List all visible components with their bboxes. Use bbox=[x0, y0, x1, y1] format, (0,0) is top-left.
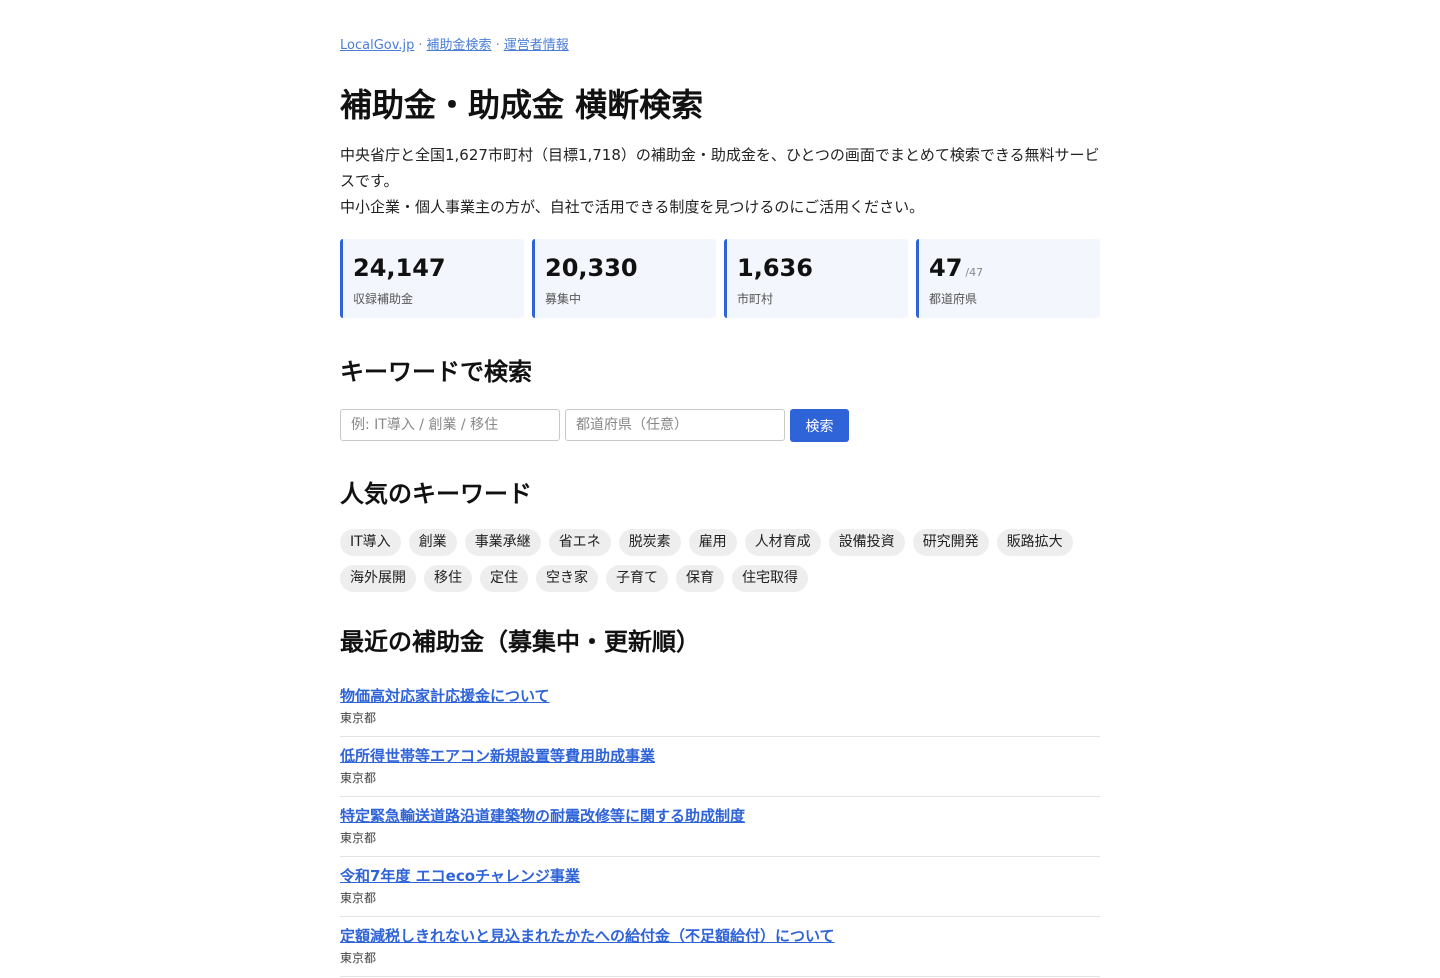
intro-line-2: 中小企業・個人事業主の方が、自社で活用できる制度を見つけるのにご活用ください。 bbox=[340, 198, 925, 216]
recent-subsidies-heading: 最近の補助金（募集中・更新順） bbox=[340, 628, 700, 656]
breadcrumb-separator: · bbox=[495, 38, 500, 53]
keyword-chip[interactable]: 定住 bbox=[480, 565, 528, 592]
stat-card-municipalities: 1,636 市町村 bbox=[724, 239, 908, 318]
keyword-chip[interactable]: 省エネ bbox=[548, 529, 611, 556]
stat-card-prefectures: 47/47 都道府県 bbox=[916, 239, 1100, 318]
recent-subsidies-list: 物価高対応家計応援金について 東京都 低所得世帯等エアコン新規設置等費用助成事業… bbox=[340, 678, 1100, 978]
prefecture-input[interactable] bbox=[565, 409, 785, 441]
keyword-chip[interactable]: 脱炭素 bbox=[618, 529, 681, 556]
subsidy-prefecture: 東京都 bbox=[340, 831, 377, 845]
breadcrumb-link-home[interactable]: LocalGov.jp bbox=[340, 38, 414, 53]
stat-card-total-subsidies: 24,147 収録補助金 bbox=[340, 239, 524, 318]
search-heading: キーワードで検索 bbox=[340, 358, 532, 386]
stat-number: 20,330 bbox=[545, 254, 638, 282]
intro-text: 中央省庁と全国1,627市町村（目標1,718）の補助金・助成金を、ひとつの画面… bbox=[340, 142, 1100, 220]
stat-number: 1,636 bbox=[737, 254, 813, 282]
keyword-chip[interactable]: 移住 bbox=[424, 565, 472, 592]
keyword-chip[interactable]: 事業承継 bbox=[464, 529, 541, 556]
subsidy-prefecture: 東京都 bbox=[340, 771, 377, 785]
keyword-chip[interactable]: 雇用 bbox=[688, 529, 737, 556]
popular-keywords-heading: 人気のキーワード bbox=[340, 480, 532, 508]
subsidy-prefecture: 東京都 bbox=[340, 891, 377, 905]
stat-value: 24,147 bbox=[353, 253, 514, 288]
subsidy-prefecture: 東京都 bbox=[340, 711, 377, 725]
subsidy-title-link[interactable]: 特定緊急輸送道路沿道建築物の耐震改修等に関する助成制度 bbox=[340, 806, 1100, 826]
keyword-chip[interactable]: 海外展開 bbox=[340, 565, 416, 592]
keyword-chip[interactable]: 住宅取得 bbox=[732, 565, 808, 592]
intro-line-1: 中央省庁と全国1,627市町村（目標1,718）の補助金・助成金を、ひとつの画面… bbox=[340, 146, 1100, 190]
list-item: 低所得世帯等エアコン新規設置等費用助成事業 東京都 bbox=[340, 738, 1100, 797]
stats-panel: 24,147 収録補助金 20,330 募集中 1,636 市町村 47/47 … bbox=[340, 239, 1100, 318]
keyword-chip-row: 海外展開 移住 定住 空き家 子育て 保育 住宅取得 bbox=[340, 565, 1100, 592]
list-item: 定額減税しきれないと見込まれたかたへの給付金（不足額給付）について 東京都 bbox=[340, 918, 1100, 977]
keyword-chip[interactable]: 子育て bbox=[606, 565, 668, 592]
keyword-chip[interactable]: 保育 bbox=[676, 565, 724, 592]
keyword-chip[interactable]: IT導入 bbox=[340, 529, 401, 556]
keyword-input[interactable] bbox=[340, 409, 560, 441]
stat-label: 募集中 bbox=[545, 292, 582, 306]
popular-keywords: IT導入 創業 事業承継 省エネ 脱炭素 雇用 人材育成 設備投資 研究開発 販… bbox=[340, 529, 1100, 601]
stat-card-open-subsidies: 20,330 募集中 bbox=[532, 239, 716, 318]
stat-sub: /47 bbox=[965, 266, 984, 279]
search-form: 検索 bbox=[340, 409, 849, 442]
search-button[interactable]: 検索 bbox=[790, 409, 849, 442]
list-item: 特定緊急輸送道路沿道建築物の耐震改修等に関する助成制度 東京都 bbox=[340, 798, 1100, 857]
keyword-chip[interactable]: 人材育成 bbox=[744, 529, 821, 556]
breadcrumb-separator: · bbox=[418, 38, 423, 53]
keyword-chip[interactable]: 販路拡大 bbox=[996, 529, 1073, 556]
stat-number: 24,147 bbox=[353, 254, 446, 282]
page-title: 補助金・助成金 横断検索 bbox=[340, 86, 704, 124]
stat-number: 47 bbox=[929, 254, 963, 282]
list-item: 物価高対応家計応援金について 東京都 bbox=[340, 678, 1100, 737]
keyword-chip[interactable]: 空き家 bbox=[536, 565, 598, 592]
breadcrumb-link-operator-info[interactable]: 運営者情報 bbox=[504, 38, 569, 53]
subsidy-prefecture: 東京都 bbox=[340, 951, 377, 965]
keyword-chip[interactable]: 研究開発 bbox=[912, 529, 989, 556]
stat-label: 都道府県 bbox=[929, 292, 978, 306]
subsidy-title-link[interactable]: 物価高対応家計応援金について bbox=[340, 686, 1100, 706]
breadcrumb: LocalGov.jp · 補助金検索 · 運営者情報 bbox=[340, 34, 569, 53]
subsidy-title-link[interactable]: 定額減税しきれないと見込まれたかたへの給付金（不足額給付）について bbox=[340, 926, 1100, 946]
stat-value: 1,636 bbox=[737, 253, 898, 288]
breadcrumb-link-subsidy-search[interactable]: 補助金検索 bbox=[427, 38, 492, 53]
keyword-chip[interactable]: 創業 bbox=[408, 529, 457, 556]
keyword-chip[interactable]: 設備投資 bbox=[828, 529, 905, 556]
keyword-chip-row: IT導入 創業 事業承継 省エネ 脱炭素 雇用 人材育成 設備投資 研究開発 販… bbox=[340, 529, 1100, 556]
stat-label: 市町村 bbox=[737, 292, 774, 306]
stat-value: 20,330 bbox=[545, 253, 706, 288]
stat-value: 47/47 bbox=[929, 253, 1090, 288]
stat-label: 収録補助金 bbox=[353, 292, 414, 306]
list-item: 令和7年度 エコecoチャレンジ事業 東京都 bbox=[340, 858, 1100, 917]
subsidy-title-link[interactable]: 低所得世帯等エアコン新規設置等費用助成事業 bbox=[340, 746, 1100, 766]
subsidy-title-link[interactable]: 令和7年度 エコecoチャレンジ事業 bbox=[340, 866, 1100, 886]
